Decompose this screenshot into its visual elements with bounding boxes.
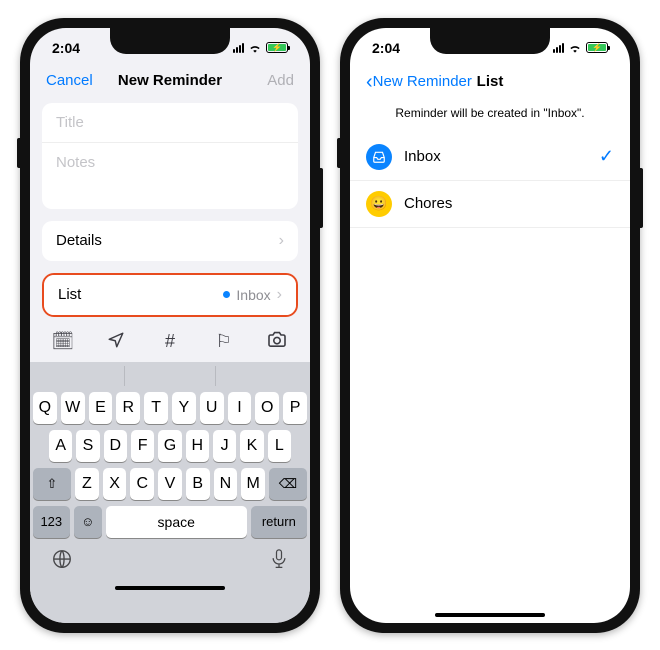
key-A[interactable]: A xyxy=(49,430,72,462)
checkmark-icon: ✓ xyxy=(599,146,614,167)
list-row-highlight: List Inbox › xyxy=(42,273,298,317)
clock: 2:04 xyxy=(52,40,80,56)
key-P[interactable]: P xyxy=(283,392,307,424)
key-H[interactable]: H xyxy=(186,430,209,462)
key-E[interactable]: E xyxy=(89,392,113,424)
list-label: List xyxy=(58,286,81,303)
hashtag-icon[interactable]: # xyxy=(155,331,185,354)
key-row-3-letters: ZXCVBNM xyxy=(75,468,265,500)
dictation-icon[interactable] xyxy=(269,548,289,576)
key-I[interactable]: I xyxy=(228,392,252,424)
battery-icon: ⚡ xyxy=(266,42,288,53)
key-O[interactable]: O xyxy=(255,392,279,424)
emoji-key[interactable]: ☺ xyxy=(74,506,102,538)
navbar: ‹New Reminder List xyxy=(350,68,630,100)
key-row-1: QWERTYUIOP xyxy=(33,392,307,424)
key-J[interactable]: J xyxy=(213,430,236,462)
numbers-key[interactable]: 123 xyxy=(33,506,70,538)
location-icon[interactable] xyxy=(101,331,131,354)
chevron-left-icon: ‹ xyxy=(366,72,373,92)
details-row[interactable]: Details› xyxy=(42,221,298,261)
title-notes-card: Title Notes xyxy=(42,103,298,209)
tray-icon xyxy=(366,144,392,170)
suggestion-bar[interactable] xyxy=(33,366,307,386)
calendar-icon[interactable]: 🗓︎ xyxy=(48,331,78,354)
key-W[interactable]: W xyxy=(61,392,85,424)
reminder-toolbar: 🗓︎ # ⚐ xyxy=(30,323,310,362)
shift-key[interactable]: ⇧ xyxy=(33,468,71,500)
key-Q[interactable]: Q xyxy=(33,392,57,424)
keyboard[interactable]: QWERTYUIOP ASDFGHJKL ⇧ ZXCVBNM ⌫ 123 ☺ s… xyxy=(30,362,310,623)
home-indicator[interactable] xyxy=(115,586,225,590)
signal-icon xyxy=(233,43,244,53)
wifi-icon xyxy=(248,43,262,53)
face-icon: 😀 xyxy=(366,191,392,217)
key-N[interactable]: N xyxy=(214,468,238,500)
key-D[interactable]: D xyxy=(104,430,127,462)
add-button[interactable]: Add xyxy=(267,72,294,89)
phone-right: 2:04 ⚡ ‹New Reminder List Reminder will … xyxy=(340,18,640,633)
navbar: Cancel New Reminder Add xyxy=(30,68,310,97)
title-field[interactable]: Title xyxy=(42,103,298,142)
cancel-button[interactable]: Cancel xyxy=(46,72,93,89)
battery-icon: ⚡ xyxy=(586,42,608,53)
key-L[interactable]: L xyxy=(268,430,291,462)
list-options: Inbox ✓ 😀 Chores xyxy=(350,134,630,228)
key-V[interactable]: V xyxy=(158,468,182,500)
key-U[interactable]: U xyxy=(200,392,224,424)
list-color-dot xyxy=(223,291,230,298)
clock: 2:04 xyxy=(372,40,400,56)
list-option[interactable]: Inbox ✓ xyxy=(350,134,630,181)
key-S[interactable]: S xyxy=(76,430,99,462)
notch xyxy=(430,28,550,54)
list-row[interactable]: List Inbox › xyxy=(44,275,296,315)
home-indicator[interactable] xyxy=(435,613,545,617)
chevron-right-icon: › xyxy=(277,286,282,304)
backspace-key[interactable]: ⌫ xyxy=(269,468,307,500)
spacebar-key[interactable]: space xyxy=(106,506,247,538)
signal-icon xyxy=(553,43,564,53)
phone-left: 2:04 ⚡ Cancel New Reminder Add Title Not… xyxy=(20,18,320,633)
return-key[interactable]: return xyxy=(251,506,307,538)
key-M[interactable]: M xyxy=(241,468,265,500)
key-X[interactable]: X xyxy=(103,468,127,500)
globe-icon[interactable] xyxy=(51,548,73,576)
key-Z[interactable]: Z xyxy=(75,468,99,500)
list-option-label: Inbox xyxy=(404,148,441,165)
wifi-icon xyxy=(568,43,582,53)
key-Y[interactable]: Y xyxy=(172,392,196,424)
key-B[interactable]: B xyxy=(186,468,210,500)
list-option[interactable]: 😀 Chores xyxy=(350,181,630,228)
key-R[interactable]: R xyxy=(116,392,140,424)
notes-field[interactable]: Notes xyxy=(42,142,298,209)
back-button[interactable]: ‹New Reminder xyxy=(366,72,472,92)
notch xyxy=(110,28,230,54)
list-subtitle: Reminder will be created in "Inbox". xyxy=(350,100,630,134)
list-option-label: Chores xyxy=(404,195,452,212)
key-T[interactable]: T xyxy=(144,392,168,424)
key-F[interactable]: F xyxy=(131,430,154,462)
key-C[interactable]: C xyxy=(130,468,154,500)
key-row-2: ASDFGHJKL xyxy=(33,430,307,462)
flag-icon[interactable]: ⚐ xyxy=(209,331,239,354)
camera-icon[interactable] xyxy=(262,331,292,354)
key-row-3: ⇧ ZXCVBNM ⌫ xyxy=(33,468,307,500)
key-G[interactable]: G xyxy=(158,430,181,462)
key-K[interactable]: K xyxy=(240,430,263,462)
chevron-right-icon: › xyxy=(279,232,284,250)
list-value: Inbox xyxy=(236,287,270,303)
